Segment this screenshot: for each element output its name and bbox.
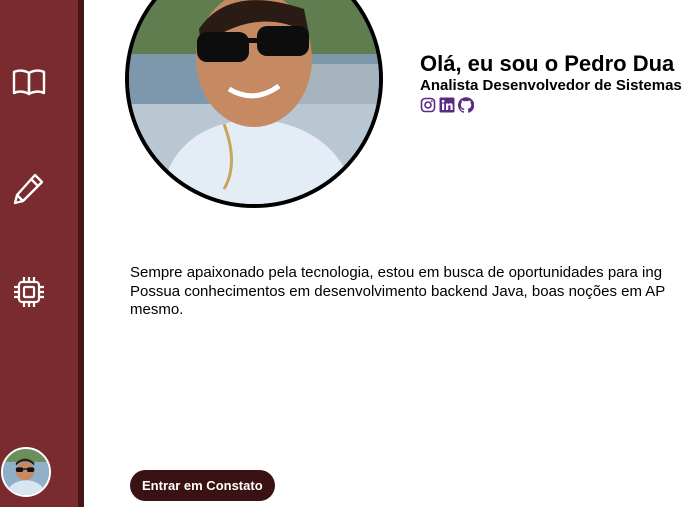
sidebar xyxy=(0,0,84,507)
social-links xyxy=(420,97,682,113)
job-title: Analista Desenvolvedor de Sistemas xyxy=(420,77,682,94)
github-icon[interactable] xyxy=(458,97,474,113)
intro: Olá, eu sou o Pedro Dua Analista Desenvo… xyxy=(420,51,682,113)
instagram-icon[interactable] xyxy=(420,97,436,113)
bio-text: Sempre apaixonado pela tecnologia, estou… xyxy=(130,264,695,320)
bio-line: Sempre apaixonado pela tecnologia, estou… xyxy=(130,264,663,281)
bio-line: mesmo. xyxy=(130,301,184,318)
linkedin-icon[interactable] xyxy=(439,97,455,113)
avatar[interactable] xyxy=(1,447,51,497)
cpu-chip-icon[interactable] xyxy=(11,274,47,310)
bio-line: Possua conhecimentos em desenvolvimento … xyxy=(130,282,666,300)
book-icon[interactable] xyxy=(11,64,47,100)
pencil-icon[interactable] xyxy=(11,170,47,206)
contact-button[interactable]: Entrar em Constato xyxy=(130,470,275,501)
page-title: Olá, eu sou o Pedro Dua xyxy=(420,51,675,76)
profile-photo xyxy=(125,0,383,208)
